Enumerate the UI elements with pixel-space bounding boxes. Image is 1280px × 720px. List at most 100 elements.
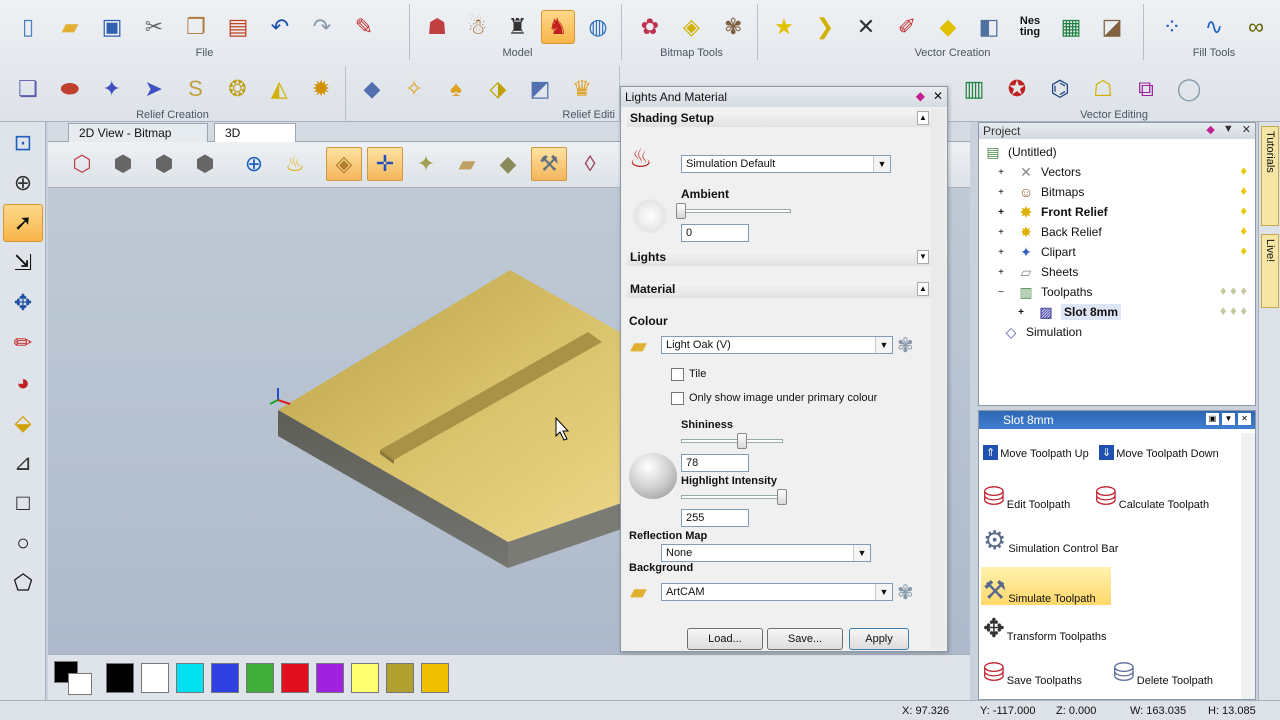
background-palette-icon[interactable]: ✾ — [897, 580, 914, 605]
tab-3d-view[interactable]: 3D View✕ — [214, 123, 296, 154]
shininess-slider-track[interactable] — [681, 439, 783, 443]
visibility-bulb-icon[interactable]: ♦ — [1240, 163, 1247, 178]
tree-item-vectors[interactable]: + ✕ Vectors — [991, 162, 1081, 182]
tree-item-clipart[interactable]: + ✦ Clipart — [991, 242, 1076, 262]
relief-edit-icon-4[interactable]: ⬗ — [480, 72, 516, 106]
model-icon-1[interactable]: ☗ — [420, 10, 454, 44]
highlight-slider-thumb[interactable] — [777, 489, 787, 505]
ambient-slider-thumb[interactable] — [676, 203, 686, 219]
colour-select[interactable]: Light Oak (V) ▼ — [661, 336, 893, 354]
side-view-icon[interactable]: ⬢ — [146, 147, 182, 181]
toolpath-view-icon[interactable]: ◊ — [572, 147, 608, 181]
palette-swatch-black[interactable] — [106, 663, 134, 693]
relief-edit-icon-5[interactable]: ◩ — [522, 72, 558, 106]
vector-icon-6[interactable]: ◧ — [971, 10, 1007, 44]
relief-icon-7[interactable]: ◭ — [261, 72, 297, 106]
model-icon-3[interactable]: ♜ — [500, 10, 534, 44]
visibility-bulb-icon[interactable]: ♦ ♦ ♦ — [1220, 283, 1247, 298]
model-icon-2[interactable]: ☃ — [460, 10, 494, 44]
pin-icon[interactable]: ◆ — [916, 89, 925, 103]
move-toolpath-down-button[interactable]: ⇓ Move Toolpath Down — [1099, 445, 1219, 460]
dialog-scrollbar[interactable] — [931, 109, 945, 649]
edit-icon[interactable]: ✎ — [346, 10, 382, 44]
edit-toolpath-button[interactable]: ⛁ Edit Toolpath — [983, 481, 1070, 511]
vector-edit-icon-1[interactable]: ▥ — [956, 72, 992, 106]
model-icon-4[interactable]: ♞ — [540, 10, 575, 44]
vector-edit-icon-2[interactable]: ✪ — [999, 72, 1035, 106]
shininess-slider-thumb[interactable] — [737, 433, 747, 449]
tree-item-toolpaths[interactable]: − ▥ Toolpaths — [991, 282, 1092, 302]
background-select[interactable]: ArtCAM ▼ — [661, 583, 893, 601]
expand-lights-icon[interactable]: ▼ — [917, 250, 929, 264]
new-file-icon[interactable]: ▯ — [10, 10, 46, 44]
only-show-checkbox[interactable] — [671, 392, 684, 405]
palette-swatch-purple[interactable] — [316, 663, 344, 693]
vector-icon-5[interactable]: ◆ — [930, 10, 966, 44]
vector-icon-1[interactable]: ★ — [766, 10, 802, 44]
material-header[interactable]: Material ▲ — [627, 282, 931, 298]
relief-icon-1[interactable]: ❏ — [10, 72, 46, 106]
node-edit-icon[interactable]: ⇲ — [3, 244, 43, 282]
front-view-icon[interactable]: ⬢ — [105, 147, 141, 181]
rectangle-icon[interactable]: □ — [3, 484, 43, 522]
palette-swatch-olive[interactable] — [386, 663, 414, 693]
shading-preset-select[interactable]: Simulation Default ▼ — [681, 155, 891, 173]
fill-icon-3[interactable]: ∞ — [1238, 10, 1274, 44]
save-icon[interactable]: ▣ — [94, 10, 130, 44]
relief-icon-2[interactable]: ⬬ — [52, 72, 88, 106]
paint-icon[interactable]: ◕ — [3, 364, 43, 402]
visibility-bulb-icon[interactable]: ♦ — [1240, 243, 1247, 258]
collapse-material-icon[interactable]: ▲ — [917, 282, 929, 296]
transform-icon[interactable]: ✥ — [3, 284, 43, 322]
relief-icon-4[interactable]: ➤ — [136, 72, 172, 106]
paste-icon[interactable]: ▤ — [220, 10, 256, 44]
polygon-icon[interactable]: ⬠ — [3, 564, 43, 602]
pencil-icon[interactable]: ✏ — [3, 324, 43, 362]
nesting-icon[interactable]: Nes ting — [1012, 10, 1048, 44]
sim-texture-icon[interactable]: ✦ — [408, 147, 444, 181]
relief-edit-icon-3[interactable]: ♠ — [438, 72, 474, 106]
vector-icon-4[interactable]: ✐ — [889, 10, 925, 44]
fill-bucket-icon[interactable]: ⬙ — [3, 404, 43, 442]
vector-icon-2[interactable]: ❯ — [807, 10, 843, 44]
move-toolpath-up-button[interactable]: ⇑ Move Toolpath Up — [983, 445, 1089, 460]
relief-icon-5[interactable]: S — [178, 72, 214, 106]
expand-icon[interactable]: + — [991, 247, 1011, 258]
expand-icon[interactable]: + — [991, 187, 1011, 198]
calculate-toolpath-button[interactable]: ⛁ Calculate Toolpath — [1095, 481, 1209, 511]
polyline-icon[interactable]: ⊿ — [3, 444, 43, 482]
panel-close-icon[interactable]: ✕ — [1242, 123, 1251, 136]
relief-edit-icon-1[interactable]: ◆ — [354, 72, 390, 106]
tree-item-untitled[interactable]: ▤ (Untitled) — [983, 142, 1056, 162]
palette-swatch-yellow[interactable] — [351, 663, 379, 693]
expand-icon[interactable]: + — [991, 227, 1011, 238]
vector-edit-icon-5[interactable]: ⧉ — [1128, 72, 1164, 106]
block-icon[interactable]: ▰ — [449, 147, 485, 181]
tree-item-sheets[interactable]: + ▱ Sheets — [991, 262, 1078, 282]
relief-icon-8[interactable]: ✹ — [303, 72, 339, 106]
panel-menu-icon[interactable]: ▼ — [1223, 123, 1234, 136]
tool-icon[interactable]: ⚒ — [531, 147, 567, 181]
cut-icon[interactable]: ✂ — [136, 10, 172, 44]
ambient-input[interactable]: 0 — [681, 224, 749, 242]
shininess-input[interactable]: 78 — [681, 454, 749, 472]
colour-palette-icon[interactable]: ✾ — [897, 333, 914, 358]
palette-swatch-white[interactable] — [141, 663, 169, 693]
expand-icon[interactable]: + — [991, 167, 1011, 178]
simulation-control-bar-button[interactable]: ⚙ Simulation Control Bar — [983, 525, 1118, 555]
mesh-icon[interactable]: ◆ — [490, 147, 526, 181]
relief-edit-icon-6[interactable]: ♛ — [564, 72, 600, 106]
bitmap-icon-3[interactable]: ✾ — [715, 10, 751, 44]
collapse-shading-icon[interactable]: ▲ — [917, 111, 929, 125]
dialog-close-icon[interactable]: ✕ — [933, 89, 943, 103]
visibility-bulb-icon[interactable]: ♦ — [1240, 183, 1247, 198]
colour-folder-icon[interactable]: ▰ — [630, 333, 647, 359]
panel-home-icon[interactable]: ▣ — [1206, 413, 1219, 425]
redo-icon[interactable]: ↷ — [304, 10, 340, 44]
iso-view-icon[interactable]: ⬡ — [64, 147, 100, 181]
vector-icon-3[interactable]: ✕ — [848, 10, 884, 44]
reflection-map-select[interactable]: None ▼ — [661, 544, 871, 562]
pin-icon[interactable]: ◆ — [1206, 123, 1214, 136]
relief-icon-6[interactable]: ❂ — [219, 72, 255, 106]
apply-button[interactable]: Apply — [849, 628, 909, 650]
